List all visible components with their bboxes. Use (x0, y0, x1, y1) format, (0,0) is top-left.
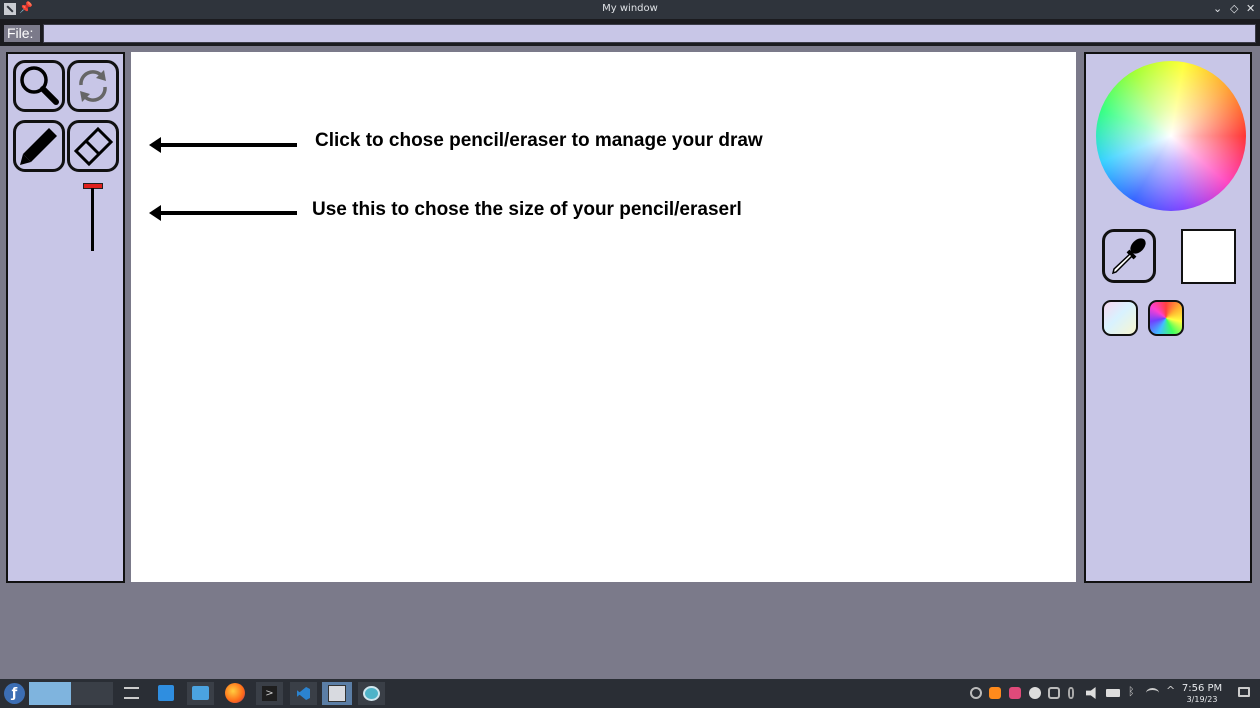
pastel-gradient-swatch[interactable] (1102, 300, 1138, 336)
current-color-swatch (1181, 229, 1236, 284)
refresh-button[interactable] (67, 60, 119, 112)
close-button[interactable]: ✕ (1246, 2, 1255, 15)
left-toolbar (6, 52, 125, 583)
note-size: Use this to chose the size of your penci… (312, 199, 742, 220)
app-window-icon (328, 685, 346, 702)
firefox-icon[interactable] (225, 683, 245, 703)
screenshot-app[interactable] (358, 682, 385, 705)
color-panel (1084, 52, 1252, 583)
window-titlebar: 📌 My window ⌄ ◇ ✕ (0, 0, 1260, 19)
eraser-icon (73, 126, 114, 167)
clock-time: 7:56 PM (1181, 683, 1223, 694)
terminal-icon: > (262, 686, 277, 701)
tray-expand-icon[interactable]: ^ (1166, 685, 1178, 697)
vscode-icon (297, 687, 310, 700)
maximize-button[interactable]: ◇ (1230, 2, 1238, 15)
terminal-app[interactable]: > (256, 682, 283, 705)
note-pencil-eraser: Click to chose pencil/eraser to manage y… (315, 130, 763, 151)
pencil-button[interactable] (13, 120, 65, 172)
files-app[interactable] (187, 682, 214, 705)
size-slider[interactable] (82, 183, 104, 251)
fedora-menu-icon[interactable]: ƒ (4, 683, 25, 704)
tray-clipboard-icon[interactable] (1048, 687, 1060, 699)
window-title: My window (602, 3, 658, 14)
file-input[interactable] (43, 24, 1256, 43)
color-wheel[interactable] (1096, 61, 1246, 211)
files-icon (192, 686, 209, 700)
clock[interactable]: 7:56 PM 3/19/23 (1180, 683, 1224, 705)
eyedropper-button[interactable] (1102, 229, 1156, 283)
settings-icon[interactable] (124, 687, 139, 699)
pencil-icon (20, 128, 57, 165)
tray-volume-icon[interactable] (1086, 687, 1096, 699)
tray-bulb-icon[interactable] (1068, 687, 1074, 699)
clock-date: 3/19/23 (1186, 695, 1218, 704)
slider-track (91, 188, 94, 251)
file-label: File: (4, 25, 40, 42)
tray-battery-icon[interactable] (1106, 689, 1120, 697)
vscode-app[interactable] (290, 682, 317, 705)
tray-package-icon[interactable] (989, 687, 1001, 699)
tray-settings-icon[interactable] (970, 687, 982, 699)
refresh-icon (79, 70, 107, 102)
virtual-desktop-2[interactable] (71, 682, 113, 705)
show-desktop-icon[interactable] (1238, 687, 1250, 697)
tray-bluetooth-icon[interactable]: ᛒ (1128, 686, 1140, 698)
arrow-icon (149, 137, 297, 153)
magnifier-icon (20, 66, 59, 105)
tray-update-icon[interactable] (1009, 687, 1021, 699)
taskbar: ƒ > ᛒ ^ 7:56 PM 3/19/23 (0, 679, 1260, 708)
tray-notifications-icon[interactable] (1029, 687, 1041, 699)
tray-wifi-icon[interactable] (1146, 688, 1159, 698)
virtual-desktop-1[interactable] (29, 682, 71, 705)
rainbow-swatch[interactable] (1148, 300, 1184, 336)
zoom-button[interactable] (13, 60, 65, 112)
minimize-button[interactable]: ⌄ (1213, 2, 1222, 15)
store-icon[interactable] (158, 685, 174, 701)
eraser-button[interactable] (67, 120, 119, 172)
app-window-task[interactable] (322, 682, 352, 705)
eyedropper-icon (1111, 238, 1146, 275)
drawing-canvas[interactable]: Click to chose pencil/eraser to manage y… (131, 52, 1076, 582)
arrow-icon (149, 205, 297, 221)
screenshot-icon (363, 686, 380, 701)
